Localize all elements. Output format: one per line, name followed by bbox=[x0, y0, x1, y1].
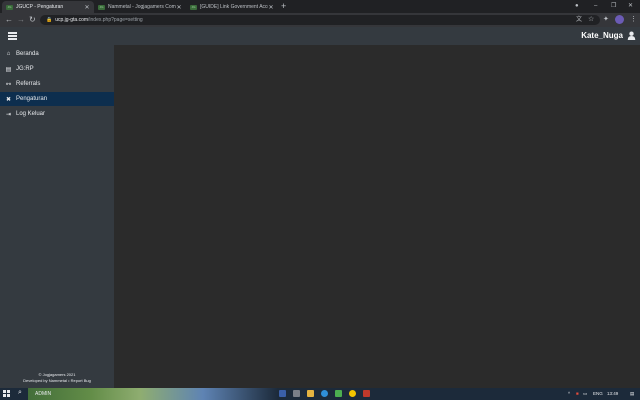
browser-tab[interactable]: JG [GUIDE] Link Government Accou... ✕ bbox=[186, 1, 278, 13]
chrome-browser-icon[interactable] bbox=[349, 390, 356, 397]
close-tab-icon[interactable]: ✕ bbox=[84, 4, 90, 11]
folder-icon[interactable] bbox=[307, 390, 314, 397]
tray-clock[interactable]: 13:49 bbox=[607, 391, 618, 396]
tab-favicon: JG bbox=[190, 4, 197, 10]
search-icon[interactable]: ⌕ bbox=[18, 389, 22, 397]
sidebar-item-label: JG:RP bbox=[16, 66, 34, 72]
tray-chevron-icon[interactable]: ^ bbox=[568, 391, 570, 396]
back-button[interactable]: ← bbox=[5, 15, 13, 25]
new-tab-button[interactable]: + bbox=[281, 1, 286, 12]
tab-title: JGUCP - Pengaturan bbox=[16, 4, 64, 10]
lock-icon: 🔒 bbox=[46, 17, 53, 23]
home-icon: ⌂ bbox=[6, 51, 11, 57]
taskbar-wallpaper-strip bbox=[28, 388, 278, 400]
close-window-button[interactable]: ✕ bbox=[628, 1, 633, 12]
tray-app-icon[interactable]: ■ bbox=[576, 391, 579, 396]
browser-menu-icon[interactable]: ⋮ bbox=[630, 15, 637, 25]
handshake-icon: ⚯ bbox=[5, 81, 12, 88]
bookmark-star-icon[interactable]: ☆ bbox=[588, 15, 594, 25]
url-host: ucp.jg-gta.com bbox=[55, 17, 89, 23]
minimize-window-button[interactable]: – bbox=[594, 1, 597, 12]
browser-tab[interactable]: JG Nammetal - Jogjagamers Commu... ✕ bbox=[94, 1, 186, 13]
sidebar-item-pengaturan[interactable]: ✖ Pengaturan bbox=[0, 92, 114, 106]
edge-browser-icon[interactable] bbox=[321, 390, 328, 397]
close-tab-icon[interactable]: ✕ bbox=[268, 4, 274, 11]
main-content bbox=[114, 45, 640, 388]
translate-icon[interactable]: 文 bbox=[576, 15, 582, 25]
record-indicator-icon: ● bbox=[575, 3, 579, 9]
sidebar-item-jgrp[interactable]: ▤ JG:RP bbox=[0, 62, 114, 76]
reload-button[interactable]: ↻ bbox=[29, 15, 36, 25]
sidebar-item-label: Referrals bbox=[16, 81, 41, 87]
sidebar-item-referrals[interactable]: ⚯ Referrals bbox=[0, 77, 114, 91]
taskbar-app-icon[interactable] bbox=[335, 390, 342, 397]
taskbar-user-label: ADMIN bbox=[35, 391, 52, 397]
tools-icon: ✖ bbox=[5, 96, 12, 103]
maximize-window-button[interactable]: ❐ bbox=[611, 1, 616, 12]
tab-title: Nammetal - Jogjagamers Commu... bbox=[108, 4, 176, 10]
profile-avatar[interactable] bbox=[615, 15, 624, 24]
taskbar-app-icon[interactable] bbox=[363, 390, 370, 397]
address-bar[interactable]: 🔒 ucp.jg-gta.com /index.php?page=setting bbox=[40, 15, 600, 25]
forward-button[interactable]: → bbox=[17, 15, 25, 25]
user-icon[interactable] bbox=[627, 31, 636, 40]
extensions-icon[interactable]: ✦ bbox=[603, 15, 609, 25]
sidebar-footer: © Jogjagamers 2021 Developed by Nammetal… bbox=[0, 372, 114, 384]
username-label[interactable]: Kate_Nuga bbox=[581, 31, 623, 40]
network-icon[interactable]: ▭ bbox=[583, 391, 587, 397]
tray-language[interactable]: ENG bbox=[593, 391, 603, 396]
tab-favicon: JG bbox=[98, 4, 105, 10]
browser-tab-active[interactable]: JG JGUCP - Pengaturan ✕ bbox=[2, 1, 94, 13]
taskbar-app-icon[interactable] bbox=[293, 390, 300, 397]
footer-credit: Developed by Nammetal • Report Bug bbox=[23, 378, 91, 383]
notification-icon[interactable]: ▤ bbox=[630, 391, 634, 397]
sign-out-icon: ⇥ bbox=[5, 111, 12, 118]
taskbar-app-icon[interactable] bbox=[279, 390, 286, 397]
close-tab-icon[interactable]: ✕ bbox=[176, 4, 182, 11]
sidebar: ⌂ Beranda ▤ JG:RP ⚯ Referrals ✖ Pengatur… bbox=[0, 45, 114, 388]
tab-favicon: JG bbox=[6, 4, 13, 10]
sidebar-item-beranda[interactable]: ⌂ Beranda bbox=[0, 47, 114, 61]
app-header: Kate_Nuga bbox=[0, 27, 640, 45]
sidebar-item-label: Beranda bbox=[16, 51, 39, 57]
sidebar-item-log-keluar[interactable]: ⇥ Log Keluar bbox=[0, 107, 114, 121]
hamburger-menu-icon[interactable] bbox=[8, 32, 17, 40]
browser-tab-strip: JG JGUCP - Pengaturan ✕ JG Nammetal - Jo… bbox=[0, 0, 640, 13]
tab-title: [GUIDE] Link Government Accou... bbox=[200, 4, 268, 10]
sidebar-item-label: Pengaturan bbox=[16, 96, 48, 102]
browser-toolbar: ← → ↻ 🔒 ucp.jg-gta.com /index.php?page=s… bbox=[0, 13, 640, 27]
sidebar-item-label: Log Keluar bbox=[16, 111, 46, 117]
url-path: /index.php?page=setting bbox=[88, 17, 143, 23]
windows-start-icon[interactable] bbox=[3, 390, 10, 397]
server-icon: ▤ bbox=[5, 66, 12, 73]
